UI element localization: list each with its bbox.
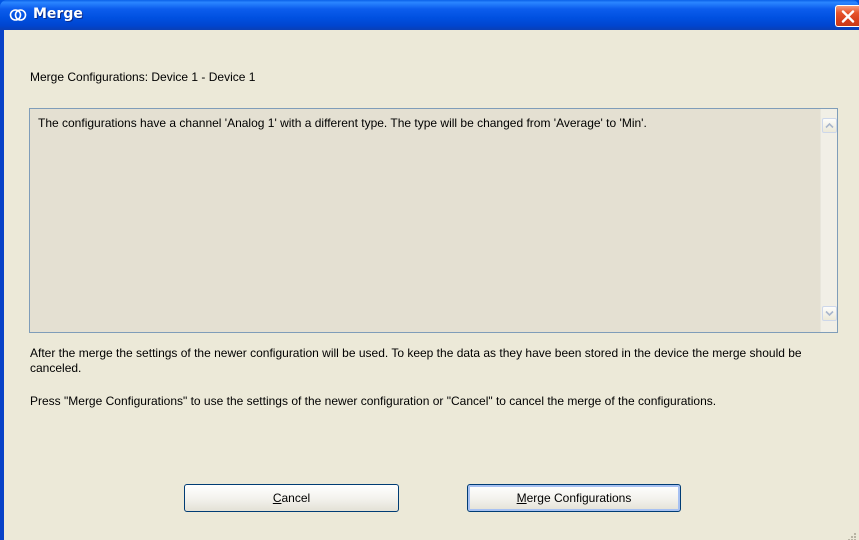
scroll-down-button[interactable] <box>822 306 837 321</box>
merge-label: erge Configurations <box>526 491 632 505</box>
close-button[interactable] <box>835 5 859 27</box>
cancel-label: ancel <box>281 491 311 505</box>
info-paragraph-settings: After the merge the settings of the newe… <box>30 346 802 375</box>
title-bar[interactable]: Merge <box>0 0 859 30</box>
resize-grip-icon[interactable] <box>847 528 857 540</box>
message-scrollbar[interactable] <box>820 109 837 332</box>
window-title: Merge <box>33 6 83 22</box>
cancel-button[interactable]: Cancel <box>184 484 399 512</box>
scroll-up-arrow-icon <box>825 122 834 129</box>
merge-header-label: Merge Configurations: Device 1 - Device … <box>30 70 256 84</box>
merge-mnemonic: M <box>516 491 527 505</box>
scroll-down-arrow-icon <box>825 310 834 317</box>
merge-dialog-window: Merge Merge Configurations: Device 1 - D… <box>0 0 859 540</box>
close-x-icon <box>841 10 855 23</box>
merge-rings-icon <box>9 7 27 23</box>
scroll-up-button[interactable] <box>822 118 837 133</box>
message-text: The configurations have a channel 'Analo… <box>38 116 647 130</box>
message-textbox[interactable]: The configurations have a channel 'Analo… <box>29 108 838 333</box>
info-paragraph-instructions: Press "Merge Configurations" to use the … <box>30 394 717 408</box>
merge-configurations-button[interactable]: Merge Configurations <box>467 484 681 512</box>
